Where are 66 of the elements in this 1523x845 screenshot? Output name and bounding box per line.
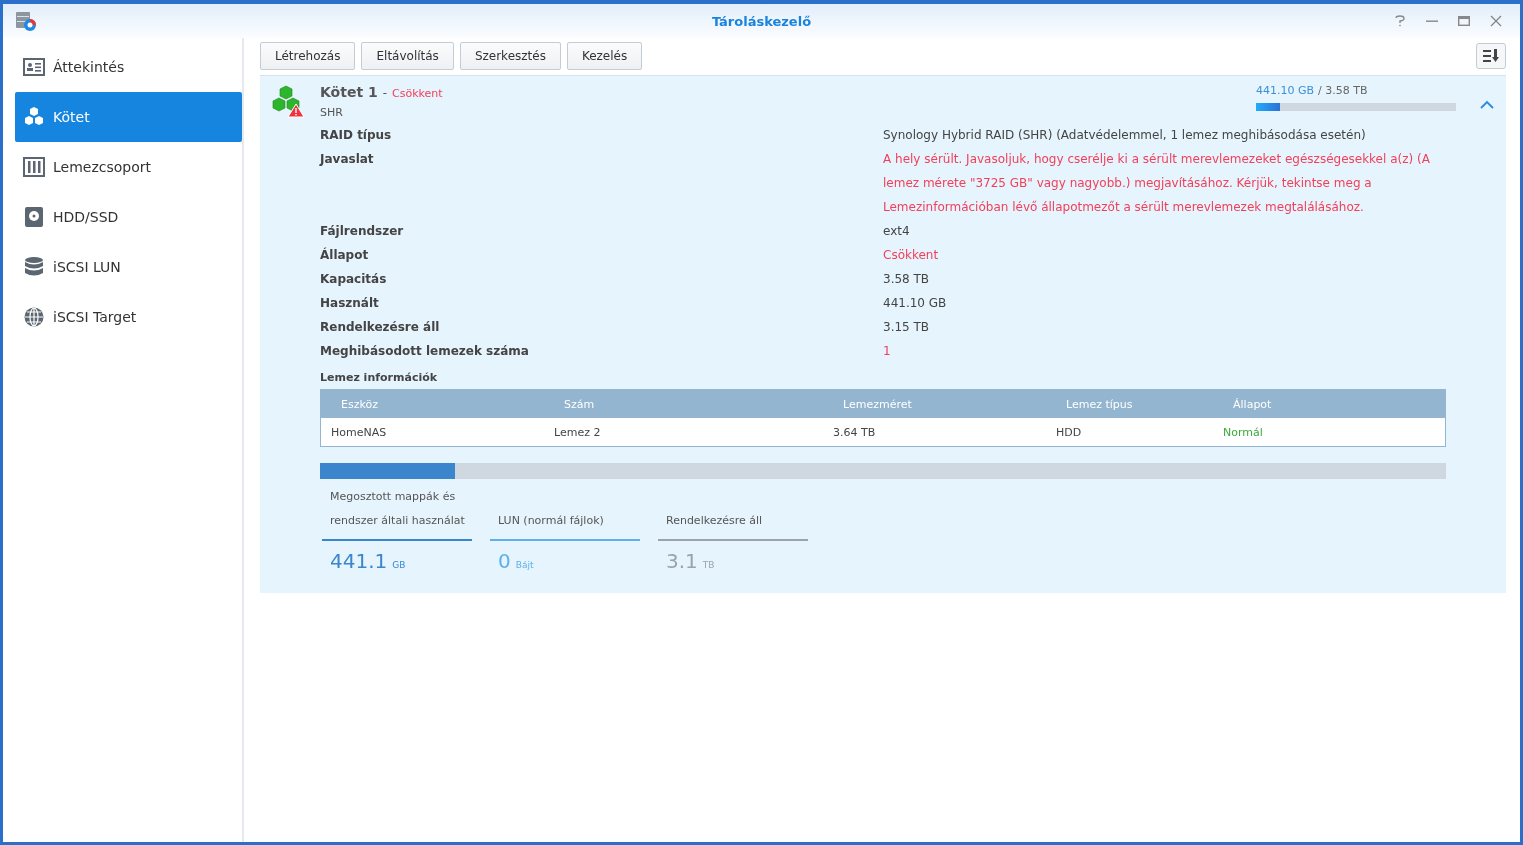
legend-value: 3.1 [666, 549, 698, 573]
legend-unit: Bájt [515, 560, 534, 570]
legend-value: 0 [498, 549, 511, 573]
property-value: 441.10 GB [883, 295, 948, 312]
separator-text: - [382, 86, 388, 100]
cubes-warning-icon [270, 84, 304, 118]
property-label: Használt [320, 295, 380, 312]
legend-label: LUN (normál fájlok) [497, 513, 605, 529]
total-size-text: / 3.58 TB [1318, 84, 1368, 97]
table-cell-text: 3.64 TB [833, 425, 877, 439]
volume-name: Kötet 1 [320, 84, 378, 100]
section-title: Lemez információk [319, 371, 439, 384]
property-label: Állapot [320, 246, 370, 264]
used-size-text: 441.10 GB [1256, 84, 1315, 97]
sidebar-item[interactable]: Kötet [15, 92, 242, 142]
property-value: 3.15 TB [883, 319, 931, 336]
property-value: A hely sérült. Javasoljuk, hogy cserélje ki a sérült merevlemezeket egészségesekkel a(z) (A lemez mérete "3725 GB" vagy nagyobb.) megjavításához. Kérjük, tekintse meg a Lemezinformációban lévő állapotmezőt a sérült merevlemezek megtalálásához. [883, 151, 1431, 216]
sidebar-item[interactable]: Áttekintés [15, 42, 242, 92]
column-header: Lemezméret [842, 397, 913, 411]
sidebar-item[interactable]: iSCSI LUN [15, 242, 242, 292]
property-value: 3.58 TB [883, 271, 931, 288]
property-label: Rendelkezésre áll [320, 319, 441, 336]
table-cell-text: HomeNAS [331, 425, 388, 439]
maximize-icon[interactable] [1458, 15, 1470, 27]
close-icon[interactable] [1490, 15, 1502, 27]
property-label: RAID típus [320, 127, 393, 144]
cubes-icon [23, 106, 45, 128]
volume-status: Csökkent [392, 87, 443, 100]
database-icon [23, 256, 45, 278]
legend-unit: TB [702, 560, 715, 570]
legend-label: Rendelkezésre áll [665, 513, 764, 529]
table-cell-text: HDD [1056, 425, 1083, 439]
legend-label: Megosztott mappák és rendszer általi használat [329, 489, 466, 529]
sort-icon [1483, 49, 1499, 63]
id-card-icon [23, 56, 45, 78]
sidebar-item[interactable]: HDD/SSD [15, 192, 242, 242]
table-cell-text: Lemez 2 [554, 425, 602, 439]
table-cell-text: Normál [1223, 425, 1264, 439]
window-title: Tároláskezelő [710, 13, 813, 29]
disk-array-icon [23, 156, 45, 178]
column-header: Szám [563, 397, 596, 411]
property-value: Synology Hybrid RAID (SHR) (Adatvédelemmel, 1 lemez meghibásodása esetén) [883, 127, 1367, 144]
sidebar-item[interactable]: Lemezcsoport [15, 142, 242, 192]
sidebar-item[interactable]: iSCSI Target [15, 292, 242, 342]
property-value: ext4 [883, 223, 911, 240]
property-value: 1 [883, 343, 892, 360]
storage-pie-icon [15, 10, 37, 32]
legend-value: 441.1 [330, 549, 388, 573]
collapse-chevron-icon[interactable] [1480, 100, 1494, 109]
property-label: Kapacitás [320, 271, 388, 288]
sort-button[interactable] [1476, 43, 1506, 69]
toolbar-button[interactable]: Kezelés [566, 42, 643, 70]
globe-icon [23, 306, 45, 328]
legend-unit: GB [392, 560, 406, 570]
help-icon[interactable] [1394, 15, 1406, 27]
property-label: Meghibásodott lemezek száma [320, 343, 530, 360]
property-value: Csökkent [883, 247, 940, 264]
column-header: Állapot [1232, 397, 1273, 411]
column-header: Lemez típus [1065, 397, 1134, 411]
property-label: Javaslat [320, 151, 375, 168]
column-header: Eszköz [340, 397, 379, 411]
toolbar-button[interactable]: Eltávolítás [361, 42, 454, 70]
raid-type-text: SHR [320, 106, 344, 119]
toolbar-button[interactable]: Szerkesztés [459, 42, 561, 70]
property-label: Fájlrendszer [320, 223, 405, 240]
toolbar-button[interactable]: Létrehozás [260, 42, 356, 70]
